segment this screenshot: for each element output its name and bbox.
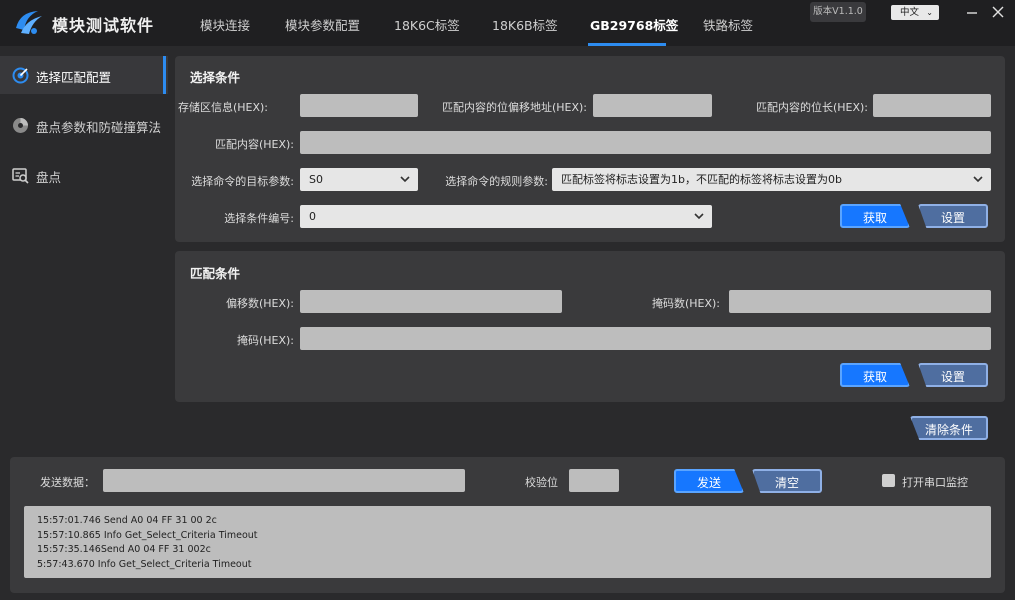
tab-18k6b[interactable]: 18K6B标签 xyxy=(492,15,558,34)
target-icon xyxy=(12,67,29,84)
match-conditions-panel: 匹配条件 偏移数(HEX): 掩码数(HEX): 掩码(HEX): 获取 设置 xyxy=(175,251,1005,402)
chevron-down-icon xyxy=(400,176,410,183)
bit-offset-label: 匹配内容的位偏移地址(HEX): xyxy=(441,101,587,114)
bit-offset-input[interactable] xyxy=(593,94,712,117)
target-param-label: 选择命令的目标参数: xyxy=(191,175,294,188)
serial-monitor-label: 打开串口监控 xyxy=(902,476,968,489)
clear-button[interactable]: 清空 xyxy=(752,469,822,493)
mask-count-input[interactable] xyxy=(729,290,991,313)
language-value: 中文 xyxy=(900,7,920,18)
panel-title: 匹配条件 xyxy=(190,266,241,281)
clear-conditions-button[interactable]: 清除条件 xyxy=(910,416,988,440)
send-data-input[interactable] xyxy=(103,469,465,492)
close-icon[interactable] xyxy=(990,4,1006,20)
active-indicator xyxy=(163,56,166,94)
sidebar-item-label: 盘点参数和防碰撞算法 xyxy=(36,120,162,135)
tab-module-params[interactable]: 模块参数配置 xyxy=(285,15,360,34)
disc-icon xyxy=(13,118,28,133)
storage-label: 存储区信息(HEX): xyxy=(177,101,268,114)
panel-title: 选择条件 xyxy=(190,70,241,85)
rule-param-select[interactable]: 匹配标签将标志设置为1b，不匹配的标签将标志设置为0b xyxy=(552,168,991,191)
bit-length-input[interactable] xyxy=(873,94,991,117)
log-line: 15:57:10.865 Info Get_Select_Criteria Ti… xyxy=(37,529,258,541)
mask-count-label: 掩码数(HEX): xyxy=(651,297,720,310)
target-param-value: S0 xyxy=(309,173,323,186)
offset-count-label: 偏移数(HEX): xyxy=(225,297,294,310)
match-content-input[interactable] xyxy=(300,131,991,154)
checksum-label: 校验位 xyxy=(525,476,558,489)
language-select[interactable]: 中文 ⌄ xyxy=(891,5,939,20)
inventory-search-icon xyxy=(12,168,29,184)
checksum-input[interactable] xyxy=(569,469,619,492)
mask-label: 掩码(HEX): xyxy=(236,334,294,347)
set-match-button[interactable]: 设置 xyxy=(918,363,988,387)
sidebar: 选择匹配配置 盘点参数和防碰撞算法 盘点 xyxy=(0,46,168,454)
log-line: 15:57:01.746 Send A0 04 FF 31 00 2c xyxy=(37,515,217,526)
serial-monitor-checkbox[interactable] xyxy=(882,474,895,487)
sidebar-item-select-match[interactable]: 选择匹配配置 xyxy=(0,56,168,94)
set-select-button[interactable]: 设置 xyxy=(918,204,988,228)
log-line: 15:57:35.146Send A0 04 FF 31 002c xyxy=(37,544,211,555)
select-conditions-panel: 选择条件 存储区信息(HEX): 匹配内容的位偏移地址(HEX): 匹配内容的位… xyxy=(175,56,1005,242)
bit-length-label: 匹配内容的位长(HEX): xyxy=(755,101,868,114)
storage-info-input[interactable] xyxy=(300,94,418,117)
sidebar-item-label: 盘点 xyxy=(36,170,62,185)
get-select-button[interactable]: 获取 xyxy=(840,204,910,228)
condition-number-label: 选择条件编号: xyxy=(224,212,294,225)
chevron-down-icon xyxy=(694,213,704,220)
log-output[interactable]: 15:57:01.746 Send A0 04 FF 31 00 2c 15:5… xyxy=(24,506,991,578)
send-button[interactable]: 发送 xyxy=(674,469,744,493)
tab-railway[interactable]: 铁路标签 xyxy=(703,15,753,34)
version-badge: 版本V1.1.0 xyxy=(810,2,866,22)
sidebar-item-label: 选择匹配配置 xyxy=(36,70,112,85)
log-line: 5:57:43.670 Info Get_Select_Criteria Tim… xyxy=(37,558,252,570)
title-bar: 模块测试软件 模块连接 模块参数配置 18K6C标签 18K6B标签 GB297… xyxy=(0,0,1015,46)
match-content-label: 匹配内容(HEX): xyxy=(214,138,294,151)
minimize-icon[interactable] xyxy=(964,4,980,20)
tab-module-connect[interactable]: 模块连接 xyxy=(200,15,250,34)
rule-param-label: 选择命令的规则参数: xyxy=(445,175,548,188)
chevron-down-icon xyxy=(973,176,983,183)
chevron-down-icon: ⌄ xyxy=(926,8,933,17)
tab-gb29768[interactable]: GB29768标签 xyxy=(590,15,678,34)
send-data-label: 发送数据： xyxy=(40,476,95,489)
get-match-button[interactable]: 获取 xyxy=(840,363,910,387)
sidebar-item-inventory[interactable]: 盘点 xyxy=(0,156,168,194)
app-title: 模块测试软件 xyxy=(52,16,155,35)
offset-count-input[interactable] xyxy=(300,290,562,313)
tab-18k6c[interactable]: 18K6C标签 xyxy=(394,15,460,34)
active-tab-indicator xyxy=(588,43,666,46)
condition-number-value: 0 xyxy=(309,210,316,223)
rule-param-value: 匹配标签将标志设置为1b，不匹配的标签将标志设置为0b xyxy=(561,173,842,186)
app-logo-icon xyxy=(16,11,42,34)
condition-number-select[interactable]: 0 xyxy=(300,205,712,228)
target-param-select[interactable]: S0 xyxy=(300,168,418,191)
mask-input[interactable] xyxy=(300,327,991,350)
sidebar-item-inventory-params[interactable]: 盘点参数和防碰撞算法 xyxy=(0,106,168,144)
